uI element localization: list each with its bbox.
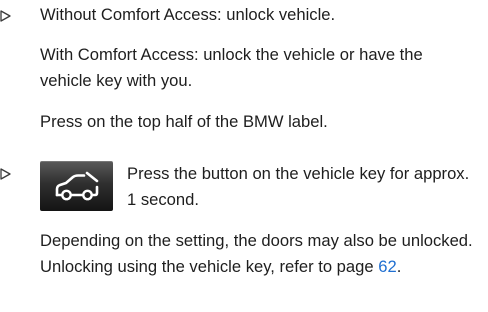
step-2-note: Depending on the setting, the doors may …	[40, 228, 478, 281]
step-2-note-text: Depending on the setting, the doors may …	[40, 231, 473, 277]
key-button-instruction: Press the button on the vehicle key for …	[127, 164, 470, 210]
triangle-bullet-icon	[0, 2, 14, 28]
trunk-lid-key-button-icon	[40, 161, 113, 211]
step-1: Without Comfort Access: unlock vehicle. …	[0, 2, 488, 148]
step-1-paragraph-1: Without Comfort Access: unlock vehicle.	[40, 5, 336, 24]
page-reference-link[interactable]: 62	[378, 257, 396, 276]
triangle-bullet-icon	[0, 160, 14, 186]
step-1-paragraph-3: Press on the top half of the BMW label.	[40, 112, 328, 131]
step-2: Press the button on the vehicle key for …	[0, 161, 488, 311]
step-1-paragraph-2: With Comfort Access: unlock the vehicle …	[40, 45, 423, 91]
step-2-note-end: .	[396, 257, 402, 277]
